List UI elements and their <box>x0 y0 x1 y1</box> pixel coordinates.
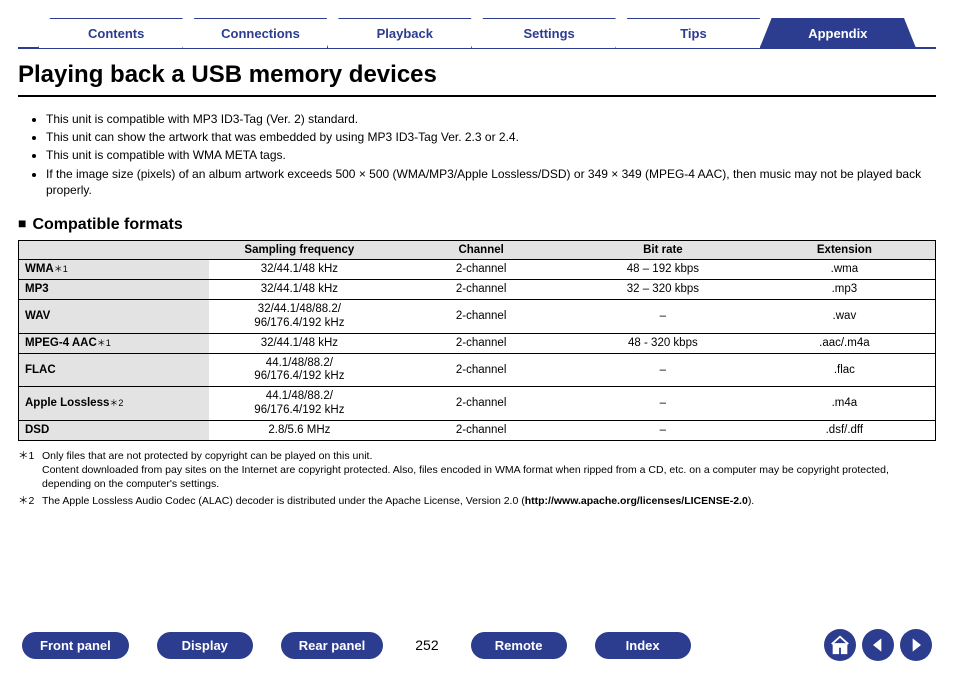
table-cell: .dsf/.dff <box>754 420 936 440</box>
table-cell: – <box>572 300 754 333</box>
table-row: FLAC44.1/48/88.2/96/176.4/192 kHz2-chann… <box>19 354 936 387</box>
table-cell: .wav <box>754 300 936 333</box>
table-cell: 32/44.1/48 kHz <box>209 259 391 279</box>
table-cell: – <box>572 420 754 440</box>
bullet-item: This unit can show the artwork that was … <box>46 129 936 145</box>
nav-icons <box>824 629 932 661</box>
table-row: MP332/44.1/48 kHz2-channel32 – 320 kbps.… <box>19 280 936 300</box>
section-heading-text: Compatible formats <box>32 216 182 233</box>
tab-label: Settings <box>524 26 575 41</box>
tab-contents[interactable]: Contents <box>38 18 194 48</box>
tab-settings[interactable]: Settings <box>471 18 627 48</box>
table-cell: – <box>572 354 754 387</box>
table-cell: 48 - 320 kbps <box>572 333 754 353</box>
table-row: WMA＊132/44.1/48 kHz2-channel48 – 192 kbp… <box>19 259 936 279</box>
bullet-item: This unit is compatible with WMA META ta… <box>46 147 936 163</box>
home-icon[interactable] <box>824 629 856 661</box>
tab-label: Playback <box>377 26 433 41</box>
table-cell: 2-channel <box>390 354 572 387</box>
bottom-bar: Front panel Display Rear panel 252 Remot… <box>18 623 936 665</box>
footnote-link: http://www.apache.org/licenses/LICENSE-2… <box>525 495 748 507</box>
table-cell: 2-channel <box>390 300 572 333</box>
table-row: Apple Lossless＊244.1/48/88.2/96/176.4/19… <box>19 387 936 420</box>
format-name-cell: Apple Lossless＊2 <box>19 387 209 420</box>
table-cell: .aac/.m4a <box>754 333 936 353</box>
format-name-cell: MPEG-4 AAC＊1 <box>19 333 209 353</box>
th-bitrate: Bit rate <box>572 240 754 259</box>
th-sampling: Sampling frequency <box>209 240 391 259</box>
table-cell: 2-channel <box>390 387 572 420</box>
th-channel: Channel <box>390 240 572 259</box>
front-panel-button[interactable]: Front panel <box>22 632 129 659</box>
table-cell: .flac <box>754 354 936 387</box>
top-tabs: Contents Connections Playback Settings T… <box>18 10 936 48</box>
page-number: 252 <box>411 637 442 653</box>
format-name-cell: DSD <box>19 420 209 440</box>
table-cell: 32/44.1/48/88.2/96/176.4/192 kHz <box>209 300 391 333</box>
display-button[interactable]: Display <box>157 632 253 659</box>
table-cell: .m4a <box>754 387 936 420</box>
table-cell: 2-channel <box>390 333 572 353</box>
tab-connections[interactable]: Connections <box>182 18 338 48</box>
section-heading: Compatible formats <box>18 216 936 234</box>
bullet-item: If the image size (pixels) of an album a… <box>46 166 936 198</box>
index-button[interactable]: Index <box>595 632 691 659</box>
table-cell: 2-channel <box>390 420 572 440</box>
table-header-row: Sampling frequency Channel Bit rate Exte… <box>19 240 936 259</box>
tab-label: Connections <box>221 26 300 41</box>
table-cell: 32/44.1/48 kHz <box>209 333 391 353</box>
format-name-cell: WMA＊1 <box>19 259 209 279</box>
bullet-item: This unit is compatible with MP3 ID3-Tag… <box>46 111 936 127</box>
table-cell: 2-channel <box>390 259 572 279</box>
tab-label: Contents <box>88 26 144 41</box>
table-cell: 32/44.1/48 kHz <box>209 280 391 300</box>
table-row: DSD2.8/5.6 MHz2-channel–.dsf/.dff <box>19 420 936 440</box>
tab-playback[interactable]: Playback <box>327 18 483 48</box>
th-extension: Extension <box>754 240 936 259</box>
footnotes: ＊1 Only files that are not protected by … <box>18 447 936 510</box>
format-name-cell: MP3 <box>19 280 209 300</box>
table-cell: 2-channel <box>390 280 572 300</box>
th-format <box>19 240 209 259</box>
tab-label: Tips <box>680 26 707 41</box>
table-cell: .mp3 <box>754 280 936 300</box>
remote-button[interactable]: Remote <box>471 632 567 659</box>
format-name-cell: FLAC <box>19 354 209 387</box>
table-cell: 32 – 320 kbps <box>572 280 754 300</box>
footnote-mark: ＊2 <box>18 494 42 508</box>
table-cell: 44.1/48/88.2/96/176.4/192 kHz <box>209 387 391 420</box>
footnote-2: ＊2 The Apple Lossless Audio Codec (ALAC)… <box>18 494 936 508</box>
table-cell: .wma <box>754 259 936 279</box>
prev-page-icon[interactable] <box>862 629 894 661</box>
tab-label: Appendix <box>808 26 867 41</box>
table-cell: – <box>572 387 754 420</box>
intro-bullets: This unit is compatible with MP3 ID3-Tag… <box>28 109 936 200</box>
table-cell: 44.1/48/88.2/96/176.4/192 kHz <box>209 354 391 387</box>
footnote-pre: The Apple Lossless Audio Codec (ALAC) de… <box>42 495 525 507</box>
format-name-cell: WAV <box>19 300 209 333</box>
tab-appendix[interactable]: Appendix <box>760 18 916 48</box>
footnote-post: ). <box>748 495 754 507</box>
next-page-icon[interactable] <box>900 629 932 661</box>
tab-tips[interactable]: Tips <box>615 18 771 48</box>
formats-table: Sampling frequency Channel Bit rate Exte… <box>18 240 936 441</box>
title-rule <box>18 95 936 97</box>
rear-panel-button[interactable]: Rear panel <box>281 632 383 659</box>
table-row: MPEG-4 AAC＊132/44.1/48 kHz2-channel48 - … <box>19 333 936 353</box>
footnote-text: Only files that are not protected by cop… <box>42 449 936 492</box>
page-title: Playing back a USB memory devices <box>18 61 936 89</box>
table-cell: 48 – 192 kbps <box>572 259 754 279</box>
footnote-mark: ＊1 <box>18 449 42 492</box>
footnote-1: ＊1 Only files that are not protected by … <box>18 449 936 492</box>
table-cell: 2.8/5.6 MHz <box>209 420 391 440</box>
table-row: WAV32/44.1/48/88.2/96/176.4/192 kHz2-cha… <box>19 300 936 333</box>
footnote-text: The Apple Lossless Audio Codec (ALAC) de… <box>42 494 754 508</box>
